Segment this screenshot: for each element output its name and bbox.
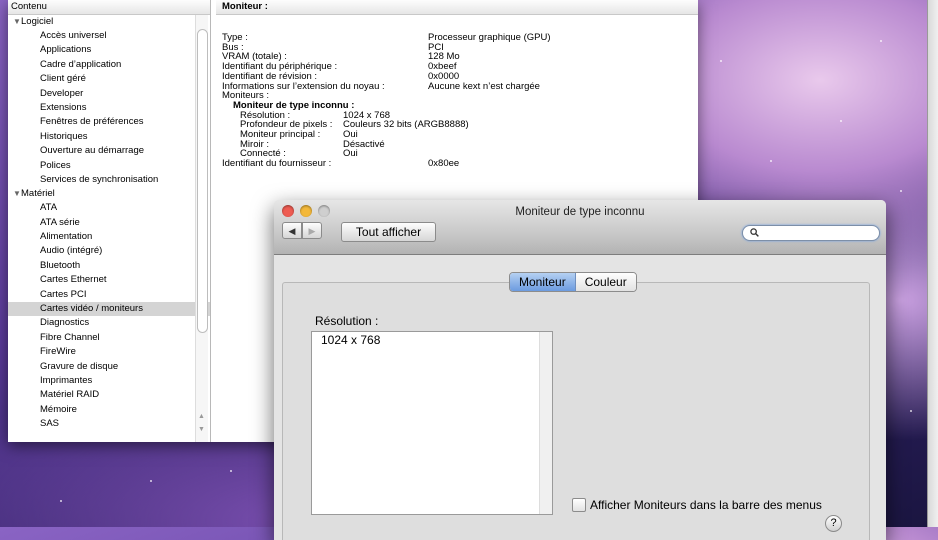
resolution-label: Résolution : [315, 314, 379, 328]
sidebar-item[interactable]: Gravure de disque [8, 360, 210, 374]
sidebar-item[interactable]: ATA [8, 201, 210, 215]
sidebar-column-header[interactable]: Contenu [8, 0, 210, 15]
sidebar-item[interactable]: Cadre d’application [8, 58, 210, 72]
resolution-list-scrollbar[interactable] [539, 332, 552, 514]
disclosure-triangle-icon[interactable]: ▼ [13, 187, 21, 201]
search-icon [750, 228, 759, 240]
star [770, 160, 772, 162]
sidebar-item[interactable]: Mémoire [8, 403, 210, 417]
sidebar-item[interactable]: Applications [8, 43, 210, 57]
forward-arrow-icon: ▶ [308, 226, 316, 236]
sidebar-item[interactable]: Extensions [8, 101, 210, 115]
detail-value: 0x80ee [428, 158, 460, 170]
sidebar-item[interactable]: Imprimantes [8, 374, 210, 388]
monitor-detail-value: Oui [343, 148, 358, 160]
tree-group-label: Matériel [21, 188, 55, 200]
tree-group-label: Logiciel [21, 16, 54, 27]
back-button[interactable]: ◀ [282, 222, 302, 239]
sidebar-item[interactable]: ATA série [8, 216, 210, 230]
star [900, 190, 902, 192]
sidebar-item[interactable]: Fibre Channel [8, 331, 210, 345]
detail-value: Processeur graphique (GPU) [428, 32, 551, 43]
sidebar-item[interactable]: Ouverture au démarrage [8, 144, 210, 158]
resolution-list[interactable]: 1024 x 768 [311, 331, 553, 515]
window-edge [927, 0, 938, 527]
detail-value: Aucune kext n’est chargée [428, 80, 540, 92]
detail-value: 0x0000 [428, 70, 460, 82]
sidebar-item[interactable]: Cartes vidéo / moniteurs [8, 302, 210, 317]
sidebar-item[interactable]: Cartes PCI [8, 288, 210, 302]
show-all-button[interactable]: Tout afficher [341, 222, 436, 242]
monitor-preferences-window: Moniteur de type inconnu ◀ ▶ Tout affich… [274, 200, 886, 540]
disclosure-triangle-icon[interactable]: ▼ [13, 15, 21, 29]
sidebar-item[interactable]: FireWire [8, 345, 210, 359]
star [230, 470, 232, 472]
contents-tree: ▼Logiciel Accès universel Applications Cadr… [8, 15, 210, 432]
sidebar-item[interactable]: Diagnostics [8, 316, 210, 330]
resolution-option[interactable]: 1024 x 768 [312, 332, 552, 348]
scroll-down-arrow-icon[interactable]: ▼ [198, 426, 205, 433]
star [910, 410, 912, 412]
star [150, 480, 152, 482]
search-field[interactable] [742, 225, 880, 241]
sidebar-item[interactable]: Polices [8, 159, 210, 173]
sidebar-item[interactable]: SAS [8, 417, 210, 431]
star [880, 40, 882, 42]
sidebar-scrollbar[interactable]: ▲ ▼ [195, 15, 208, 442]
forward-button[interactable]: ▶ [302, 222, 322, 239]
sidebar-item[interactable]: Historiques [8, 130, 210, 144]
sidebar-scroll-thumb[interactable] [197, 29, 208, 333]
sidebar-item[interactable]: Audio (intégré) [8, 244, 210, 258]
sidebar-item[interactable]: Alimentation [8, 230, 210, 244]
sidebar-item[interactable]: Developer [8, 87, 210, 101]
sidebar-item[interactable]: Client géré [8, 72, 210, 86]
tree-group[interactable]: ▼Matériel [8, 187, 210, 201]
star [840, 120, 842, 122]
sidebar-item[interactable]: Bluetooth [8, 259, 210, 273]
checkbox-box[interactable] [572, 498, 586, 512]
sidebar-item[interactable]: Fenêtres de préférences [8, 115, 210, 129]
sidebar-item[interactable]: Cartes Ethernet [8, 273, 210, 287]
contents-sidebar: Contenu ▼Logiciel Accès universel Applicat… [8, 0, 211, 442]
scroll-up-arrow-icon[interactable]: ▲ [198, 413, 205, 420]
star [60, 500, 62, 502]
back-arrow-icon: ◀ [288, 226, 296, 236]
tab-bar: Moniteur Couleur [509, 272, 637, 292]
tab-monitor[interactable]: Moniteur [510, 273, 576, 291]
detail-key: Identifiant du fournisseur : [222, 158, 332, 170]
checkbox-label[interactable]: Afficher Moniteurs dans la barre des men… [590, 498, 822, 512]
detail-key: Identifiant de révision : [222, 70, 318, 82]
show-in-menubar-checkbox[interactable]: Afficher Moniteurs dans la barre des men… [572, 498, 822, 512]
help-button[interactable]: ? [825, 515, 842, 532]
star [720, 60, 722, 62]
title-bar[interactable]: Moniteur de type inconnu ◀ ▶ Tout affich… [274, 200, 886, 255]
detail-header: Moniteur : [216, 0, 698, 15]
sidebar-item[interactable]: Accès universel [8, 29, 210, 43]
tab-color[interactable]: Couleur [575, 273, 636, 291]
tree-group[interactable]: ▼Logiciel [8, 15, 210, 29]
sidebar-item[interactable]: Services de synchronisation [8, 173, 210, 187]
monitor-detail-value: Couleurs 32 bits (ARGB8888) [343, 119, 469, 131]
sidebar-item[interactable]: Matériel RAID [8, 388, 210, 402]
window-title: Moniteur de type inconnu [515, 206, 645, 218]
